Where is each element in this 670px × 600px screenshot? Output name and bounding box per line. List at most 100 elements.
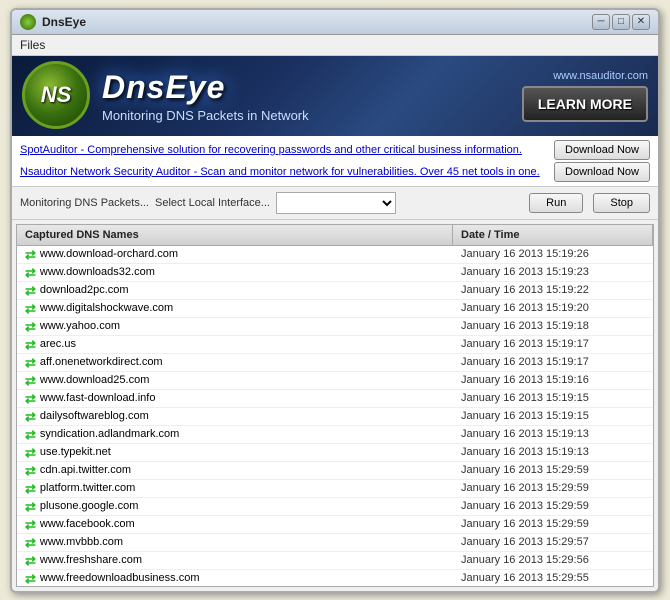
cell-dns-name: ⇄ www.freedownloadbusiness.com [17,570,453,586]
dns-arrow-icon: ⇄ [25,428,36,441]
table-row[interactable]: ⇄cdn.api.twitter.comJanuary 16 2013 15:2… [17,462,653,480]
cell-dns-name: ⇄use.typekit.net [17,444,453,461]
interface-select[interactable] [276,192,396,214]
dns-name-text: use.typekit.net [40,446,111,458]
dns-name-text: plusone.google.com [40,500,138,512]
cell-date: January 16 2013 15:19:23 [453,264,653,280]
cell-dns-name: ⇄www.digitalshockwave.com [17,300,453,317]
table-row[interactable]: ⇄www.download25.comJanuary 16 2013 15:19… [17,372,653,390]
ad-bar: SpotAuditor - Comprehensive solution for… [12,136,658,187]
dns-name-text: www.digitalshockwave.com [40,302,173,314]
table-row[interactable]: ⇄www.facebook.comJanuary 16 2013 15:29:5… [17,516,653,534]
dns-arrow-icon: ⇄ [25,410,36,423]
dns-arrow-icon: ⇄ [25,338,36,351]
close-button[interactable]: ✕ [632,14,650,30]
table-header: Captured DNS Names Date / Time [17,225,653,246]
dns-name-text: www.freshshare.com [40,554,142,566]
cell-date: January 16 2013 15:29:59 [453,462,653,478]
dns-name-text: www.facebook.com [40,518,135,530]
controls-bar: Monitoring DNS Packets... Select Local I… [12,187,658,220]
cell-date: January 16 2013 15:19:17 [453,336,653,352]
table-row[interactable]: ⇄aff.onenetworkdirect.comJanuary 16 2013… [17,354,653,372]
table-row[interactable]: ⇄ www.download-orchard.com January 16 2013… [17,246,653,264]
dns-arrow-icon: ⇄ [25,374,36,387]
cell-dns-name: ⇄download2pc.com [17,282,453,299]
ad-row-1: SpotAuditor - Comprehensive solution for… [20,140,650,160]
cell-date: January 16 2013 15:29:56 [453,552,653,568]
dns-name-text: download2pc.com [40,284,129,296]
download-now-button-2[interactable]: Download Now [554,162,650,182]
table-row[interactable]: ⇄www.downloads32.comJanuary 16 2013 15:1… [17,264,653,282]
table-row[interactable]: ⇄www.mvbbb.comJanuary 16 2013 15:29:57 [17,534,653,552]
dns-name-text: www.mvbbb.com [40,536,123,548]
maximize-button[interactable]: □ [612,14,630,30]
table-row[interactable]: ⇄www.freedownloadbusiness.comJanuary 16 … [17,570,653,586]
dns-arrow-icon: ⇄ [25,536,36,549]
table-row[interactable]: ⇄download2pc.comJanuary 16 2013 15:19:22 [17,282,653,300]
dns-name-text: dailysoftwareblog.com [40,410,149,422]
title-bar: DnsEye ─ □ ✕ [12,10,658,35]
dns-arrow-icon: ⇄ [25,266,36,279]
cell-date: January 16 2013 15:19:15 [453,408,653,424]
dns-name-text: syndication.adlandmark.com [40,428,179,440]
dns-arrow-icon: ⇄ [25,518,36,531]
dns-arrow-icon: ⇄ [25,464,36,477]
cell-dns-name: ⇄ syndication.adlandmark.com [17,426,453,443]
dns-name-text: www.freedownloadbusiness.com [40,572,200,584]
cell-date: January 16 2013 15:19:17 [453,354,653,370]
ad-row-2: Nsauditor Network Security Auditor - Sca… [20,162,650,182]
window-title: DnsEye [42,15,592,29]
dns-arrow-icon: ⇄ [25,554,36,567]
banner-subtitle: Monitoring DNS Packets in Network [102,108,522,123]
table-row[interactable]: ⇄ dailysoftwareblog.com January 16 2013 15… [17,408,653,426]
cell-dns-name: ⇄arec.us [17,336,453,353]
dns-arrow-icon: ⇄ [25,482,36,495]
cell-date: January 16 2013 15:29:59 [453,480,653,496]
ad-link-1[interactable]: SpotAuditor - Comprehensive solution for… [20,144,548,156]
download-now-button-1[interactable]: Download Now [554,140,650,160]
cell-dns-name: ⇄www.downloads32.com [17,264,453,281]
run-button[interactable]: Run [529,193,583,213]
table-row[interactable]: ⇄syndication.adlandmark.comJanuary 16 20… [17,426,653,444]
dns-name-text: www.download25.com [40,374,149,386]
banner-right: www.nsauditor.com LEARN MORE [522,70,658,122]
table-row[interactable]: ⇄arec.usJanuary 16 2013 15:19:17 [17,336,653,354]
dns-name-text: platform.twitter.com [40,482,135,494]
cell-date: January 16 2013 15:19:20 [453,300,653,316]
dns-name-text: aff.onenetworkdirect.com [40,356,163,368]
banner-title: DnsEye [102,69,522,106]
cell-dns-name: ⇄www.yahoo.com [17,318,453,335]
dns-arrow-icon: ⇄ [25,248,36,261]
menu-bar: Files [12,35,658,56]
table-row[interactable]: ⇄use.typekit.netJanuary 16 2013 15:19:13 [17,444,653,462]
cell-date: January 16 2013 15:19:22 [453,282,653,298]
table-row[interactable]: ⇄www.fast-download.infoJanuary 16 2013 1… [17,390,653,408]
cell-dns-name: ⇄ www.mvbbb.com [17,534,453,551]
cell-date: January 16 2013 15:19:13 [453,444,653,460]
cell-date: January 16 2013 15:19:26 [453,246,653,262]
ad-link-2[interactable]: Nsauditor Network Security Auditor - Sca… [20,166,548,178]
menu-files[interactable]: Files [20,38,45,52]
table-row[interactable]: ⇄ www.freshshare.com January 16 2013 15:29… [17,552,653,570]
cell-date: January 16 2013 15:19:18 [453,318,653,334]
table-row[interactable]: ⇄www.digitalshockwave.comJanuary 16 2013… [17,300,653,318]
minimize-button[interactable]: ─ [592,14,610,30]
header-name: Captured DNS Names [17,225,453,245]
monitoring-label: Monitoring DNS Packets... [20,197,149,209]
dns-arrow-icon: ⇄ [25,392,36,405]
cell-dns-name: ⇄ platform.twitter.com [17,480,453,497]
dns-table: Captured DNS Names Date / Time ⇄www.down… [16,224,654,587]
table-row[interactable]: ⇄www.yahoo.comJanuary 16 2013 15:19:18 [17,318,653,336]
cell-date: January 16 2013 15:29:59 [453,498,653,514]
cell-dns-name: ⇄aff.onenetworkdirect.com [17,354,453,371]
ns-logo: NS [22,61,92,131]
dns-arrow-icon: ⇄ [25,572,36,585]
table-row[interactable]: ⇄ plusone.google.com January 16 2013 15:29… [17,498,653,516]
learn-more-button[interactable]: LEARN MORE [522,86,648,122]
banner: NS DnsEye Monitoring DNS Packets in Netw… [12,56,658,136]
dns-name-text: www.download-orchard.com [40,248,178,260]
window-icon [20,14,36,30]
table-row[interactable]: ⇄ platform.twitter.com January 16 2013 15:… [17,480,653,498]
dns-arrow-icon: ⇄ [25,500,36,513]
stop-button[interactable]: Stop [593,193,650,213]
